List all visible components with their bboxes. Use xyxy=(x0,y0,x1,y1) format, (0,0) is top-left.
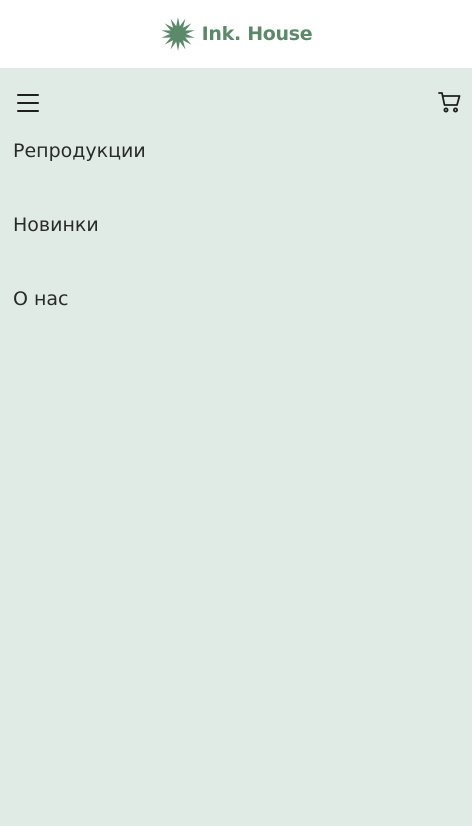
menu-item-reproductions[interactable]: Репродукции xyxy=(13,138,146,212)
list-item: О нас xyxy=(13,286,146,360)
hamburger-icon-bar xyxy=(17,94,39,96)
list-item: Репродукции xyxy=(13,138,146,212)
hamburger-icon-bar xyxy=(17,110,39,112)
starburst-icon xyxy=(161,17,195,51)
menu-item-new[interactable]: Новинки xyxy=(13,212,146,286)
brand-name: Ink. House xyxy=(201,23,313,45)
site-header: Ink. House xyxy=(0,0,472,68)
menu-toggle-button[interactable] xyxy=(17,94,39,112)
cart-button[interactable] xyxy=(438,90,462,114)
menu-list: Репродукции Новинки О нас xyxy=(13,138,146,360)
brand-link[interactable]: Ink. House xyxy=(160,16,313,52)
hamburger-icon-bar xyxy=(17,102,39,104)
list-item: Новинки xyxy=(13,212,146,286)
menu-item-about[interactable]: О нас xyxy=(13,286,146,360)
mobile-menu: Репродукции Новинки О нас xyxy=(0,68,472,826)
cart-icon xyxy=(438,92,461,113)
